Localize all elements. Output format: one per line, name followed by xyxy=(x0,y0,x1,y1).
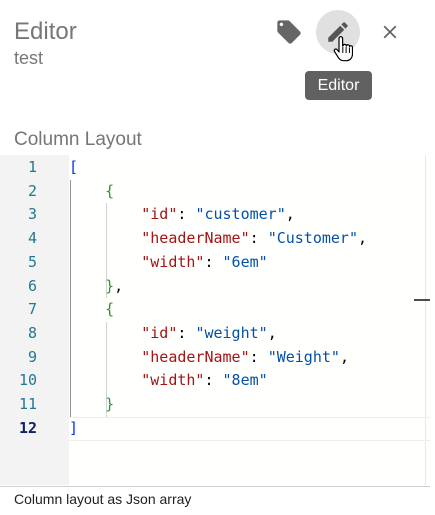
code-line[interactable]: "id": "weight", xyxy=(69,322,430,346)
code-line[interactable]: { xyxy=(69,298,430,322)
code-line[interactable]: }, xyxy=(69,275,430,299)
line-number: 12 xyxy=(18,418,37,437)
code-area[interactable]: [ { "id": "customer", "headerName": "Cus… xyxy=(69,155,430,485)
code-line[interactable]: [ xyxy=(69,156,430,180)
editor-tooltip: Editor xyxy=(305,71,372,100)
line-number: 1 xyxy=(27,158,37,176)
column-layout-label: Column Layout xyxy=(14,129,142,150)
line-number: 8 xyxy=(27,323,37,342)
line-number: 7 xyxy=(27,300,37,319)
json-code-editor[interactable]: 1 2 3 4 5 6 7 8 9 10 11 12 [ { "id": "customer", "h… xyxy=(0,155,430,485)
line-number: 4 xyxy=(27,229,37,248)
tag-icon xyxy=(277,20,301,44)
line-number: 9 xyxy=(27,347,37,366)
line-number: 11 xyxy=(18,395,37,413)
hand-cursor-icon xyxy=(333,36,353,62)
helper-text: Column layout as Json array xyxy=(14,491,192,507)
line-number: 3 xyxy=(27,205,37,224)
line-number: 10 xyxy=(18,371,37,390)
field-divider xyxy=(0,486,430,487)
code-line[interactable]: "width": "8em" xyxy=(69,369,430,393)
close-button[interactable] xyxy=(368,10,412,54)
line-number-gutter: 1 2 3 4 5 6 7 8 9 10 11 12 xyxy=(0,155,69,485)
code-line[interactable]: "headerName": "Customer", xyxy=(69,227,430,251)
line-number: 5 xyxy=(27,252,37,271)
editor-title: Editor xyxy=(14,18,77,45)
code-line[interactable]: } xyxy=(69,393,430,417)
code-line[interactable]: { xyxy=(69,180,430,204)
code-line[interactable]: "id": "customer", xyxy=(69,203,430,227)
tag-button[interactable] xyxy=(267,10,311,54)
code-line[interactable]: "headerName": "Weight", xyxy=(69,346,430,370)
code-line[interactable]: ] xyxy=(69,417,430,441)
line-number: 6 xyxy=(27,276,37,295)
editor-subtitle: test xyxy=(14,48,44,68)
close-icon xyxy=(383,25,397,39)
line-number: 2 xyxy=(27,181,37,200)
code-line[interactable]: "width": "6em" xyxy=(69,251,430,275)
